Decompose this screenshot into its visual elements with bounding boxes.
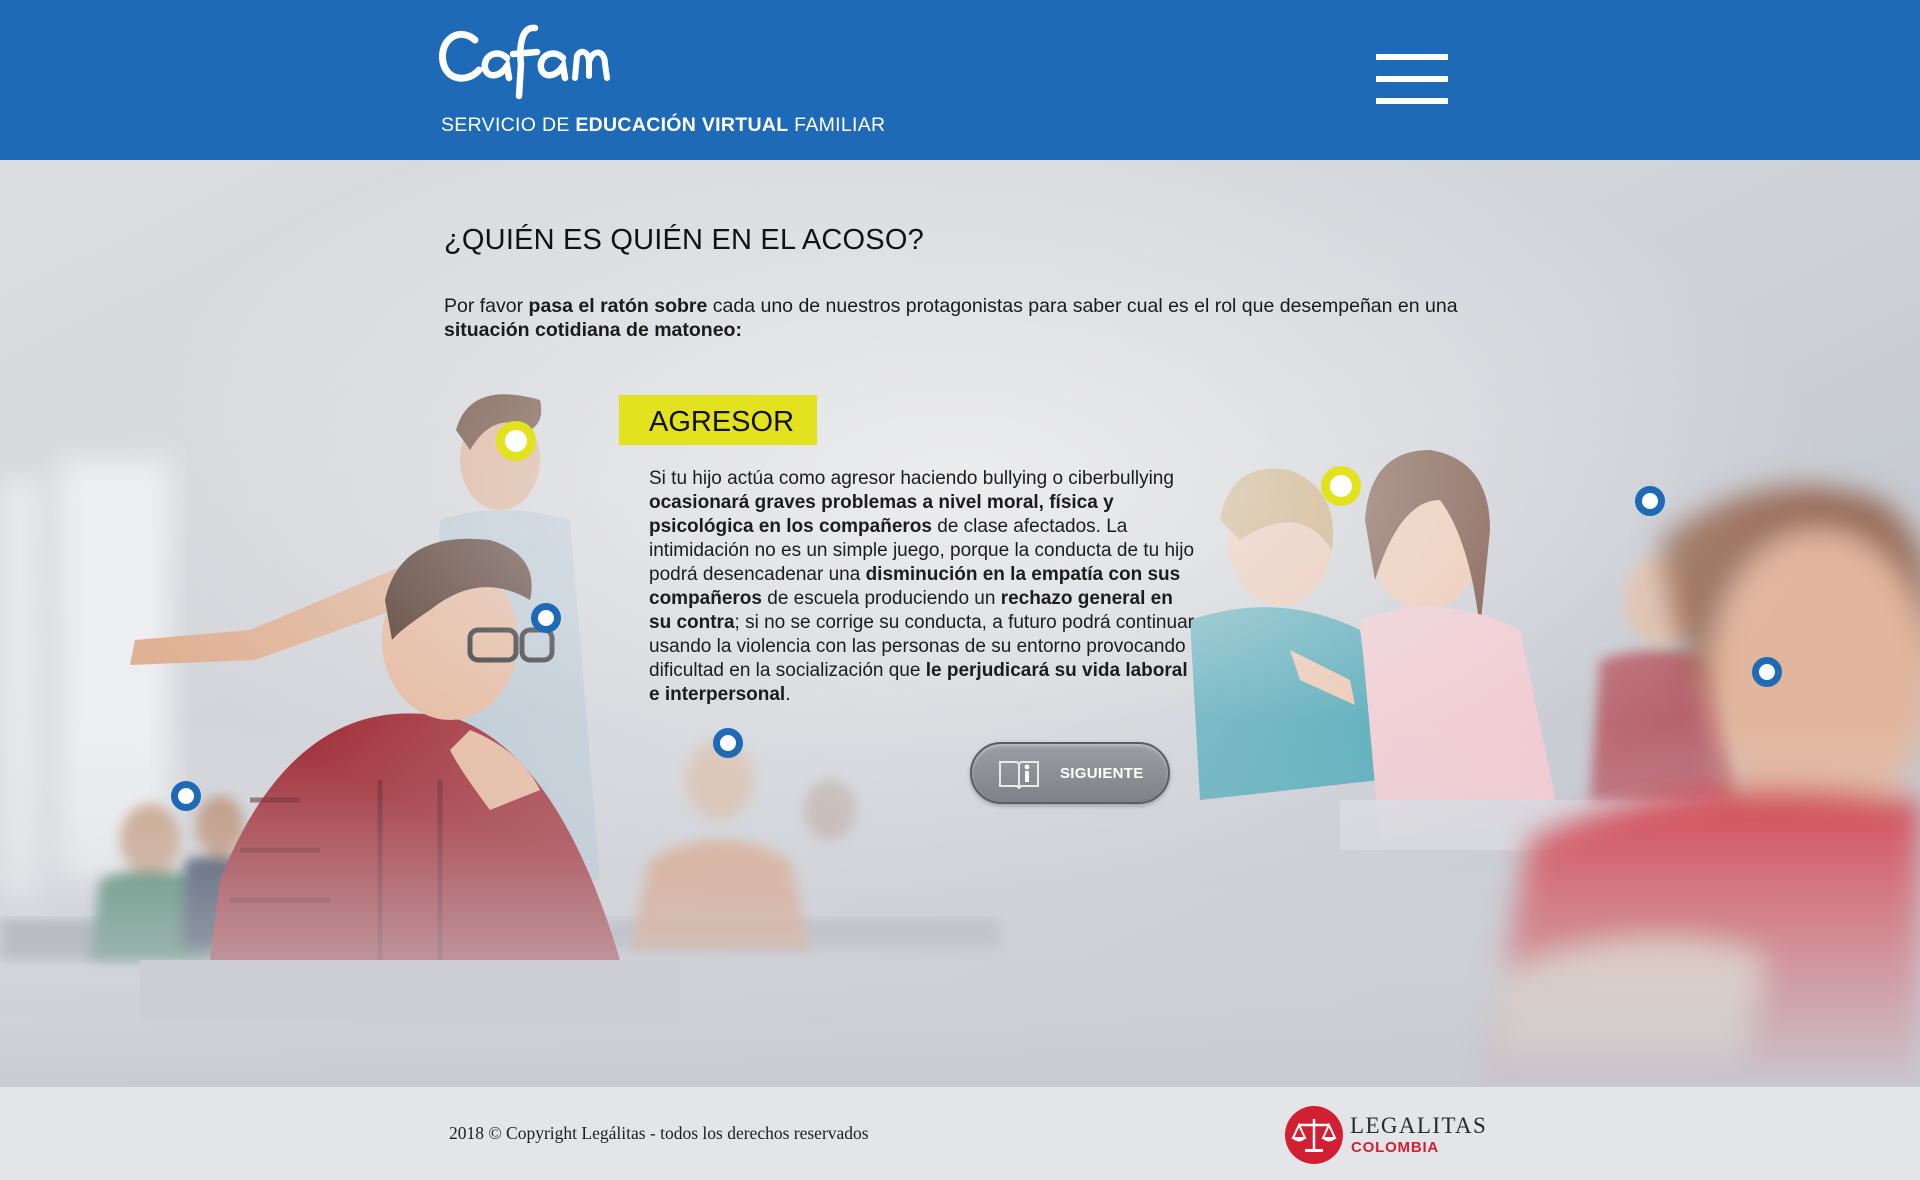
copyright-text: 2018 © Copyright Legálitas - todos los d… — [449, 1123, 869, 1143]
role-name: AGRESOR — [649, 406, 795, 438]
intro-segment: situación cotidiana de matoneo: — [444, 319, 742, 341]
site-header: SERVICIO DE EDUCACIÓN VIRTUAL FAMILIAR — [0, 0, 1920, 160]
hotspot-front-right-girl[interactable] — [1752, 657, 1782, 687]
site-tagline: SERVICIO DE EDUCACIÓN VIRTUAL FAMILIAR — [441, 114, 886, 136]
intro-segment: cada uno de nuestros protagonistas para … — [707, 295, 1458, 317]
description-segment: de escuela produciendo un — [761, 588, 1001, 609]
intro-text: Por favor pasa el ratón sobre cada uno d… — [444, 294, 1474, 342]
scales-of-justice-icon[interactable] — [1284, 1105, 1344, 1165]
description-segment: . — [785, 684, 791, 705]
hotspot-pointing-girls[interactable] — [1321, 466, 1361, 506]
next-button[interactable]: SIGUIENTE — [970, 742, 1170, 804]
role-label: AGRESOR — [619, 395, 817, 445]
open-book-info-icon — [999, 761, 1039, 790]
intro-segment: Por favor — [444, 295, 529, 317]
hotspot-back-center-girl[interactable] — [713, 728, 743, 758]
hotspot-back-left-girls[interactable] — [171, 781, 201, 811]
description-segment: Si tu hijo actúa como agresor haciendo b… — [649, 468, 1174, 489]
hotspot-standing-boy[interactable] — [496, 421, 536, 461]
hotspot-back-right-boy[interactable] — [1635, 486, 1665, 516]
page-title: ¿QUIÉN ES QUIÉN EN EL ACOSO? — [444, 224, 924, 256]
hotspot-boy-glasses[interactable] — [531, 603, 561, 633]
site-footer: 2018 © Copyright Legálitas - todos los d… — [0, 1087, 1920, 1180]
cafam-logo[interactable] — [435, 18, 615, 100]
partner-country: COLOMBIA — [1351, 1139, 1440, 1156]
next-button-label: SIGUIENTE — [1060, 765, 1144, 782]
role-description: Si tu hijo actúa como agresor haciendo b… — [649, 467, 1199, 707]
intro-segment: pasa el ratón sobre — [528, 295, 708, 317]
partner-name[interactable]: LEGALITAS — [1350, 1113, 1487, 1139]
hamburger-menu-icon[interactable] — [1376, 52, 1450, 106]
